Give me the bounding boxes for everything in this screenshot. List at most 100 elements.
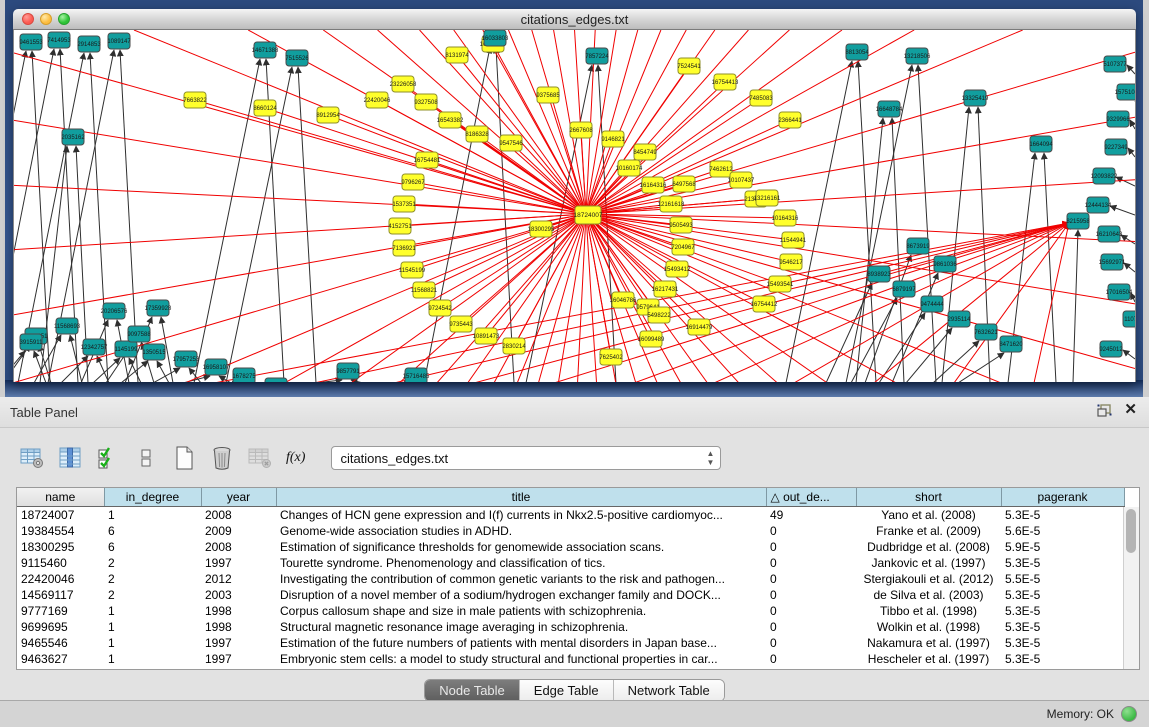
table-cell[interactable]: 1997 (201, 555, 276, 571)
column-header-year[interactable]: year (201, 488, 276, 507)
table-cell[interactable]: Embryonic stem cells: a model to study s… (276, 651, 766, 667)
tab-network-table[interactable]: Network Table (614, 680, 724, 701)
table-cell[interactable]: 9699695 (17, 619, 104, 635)
close-window-icon[interactable] (22, 13, 34, 25)
table-cell[interactable]: 2 (104, 587, 201, 603)
table-cell[interactable]: Yano et al. (2008) (856, 507, 1001, 524)
table-cell[interactable]: Estimation of significance thresholds fo… (276, 539, 766, 555)
table-cell[interactable]: Tourette syndrome. Phenomenology and cla… (276, 555, 766, 571)
zoom-window-icon[interactable] (58, 13, 70, 25)
table-cell[interactable]: Stergiakouli et al. (2012) (856, 571, 1001, 587)
table-cell[interactable]: 6 (104, 523, 201, 539)
minimize-window-icon[interactable] (40, 13, 52, 25)
graph-node[interactable] (265, 378, 287, 382)
table-cell[interactable]: 9777169 (17, 603, 104, 619)
table-cell[interactable]: 0 (766, 571, 856, 587)
column-header-short[interactable]: short (856, 488, 1001, 507)
table-cell[interactable]: 5.3E-5 (1001, 619, 1124, 635)
table-row[interactable]: 1872400712008Changes of HCN gene express… (17, 507, 1124, 524)
table-cell[interactable]: 9115460 (17, 555, 104, 571)
function-builder-icon[interactable]: f(x) (286, 450, 305, 466)
node-table[interactable]: namein_degreeyeartitle△ out_de...shortpa… (16, 487, 1140, 670)
table-cell[interactable]: 0 (766, 651, 856, 667)
table-cell[interactable]: 1997 (201, 651, 276, 667)
table-row[interactable]: 1830029562008Estimation of significance … (17, 539, 1124, 555)
table-cell[interactable]: 5.3E-5 (1001, 507, 1124, 524)
table-cell[interactable]: Hescheler et al. (1997) (856, 651, 1001, 667)
table-cell[interactable]: 1998 (201, 603, 276, 619)
column-header-in_degree[interactable]: in_degree (104, 488, 201, 507)
select-rows-check-icon[interactable] (96, 446, 120, 470)
citation-network-graph[interactable]: 1872400776638228660124891295422420046232… (14, 30, 1135, 382)
table-cell[interactable]: 2012 (201, 571, 276, 587)
table-cell[interactable]: 0 (766, 555, 856, 571)
close-panel-icon[interactable]: ✕ (1124, 403, 1137, 417)
table-cell[interactable]: 1 (104, 651, 201, 667)
table-cell[interactable]: 2008 (201, 539, 276, 555)
table-cell[interactable]: Disruption of a novel member of a sodium… (276, 587, 766, 603)
trash-icon[interactable] (210, 446, 234, 470)
table-cell[interactable]: 1 (104, 603, 201, 619)
memory-status-indicator[interactable] (1121, 706, 1137, 722)
table-cell[interactable]: Franke et al. (2009) (856, 523, 1001, 539)
new-document-icon[interactable] (172, 446, 196, 470)
table-cell[interactable]: 9465546 (17, 635, 104, 651)
table-cell[interactable]: 0 (766, 587, 856, 603)
table-cell[interactable]: Jankovic et al. (1997) (856, 555, 1001, 571)
select-column-icon[interactable] (58, 446, 82, 470)
tab-node-table[interactable]: Node Table (425, 680, 520, 701)
table-cell[interactable]: 19384554 (17, 523, 104, 539)
network-table-dropdown[interactable]: citations_edges.txt ▲▼ (331, 446, 721, 470)
table-cell[interactable]: 2 (104, 555, 201, 571)
table-row[interactable]: 1938455462009Genome-wide association stu… (17, 523, 1124, 539)
network-canvas[interactable]: 1872400776638228660124891295422420046232… (13, 30, 1136, 382)
table-cell[interactable]: 2003 (201, 587, 276, 603)
table-cell[interactable]: 0 (766, 523, 856, 539)
table-cell[interactable]: Tibbo et al. (1998) (856, 603, 1001, 619)
table-row[interactable]: 946362711997Embryonic stem cells: a mode… (17, 651, 1124, 667)
table-cell[interactable]: Changes of HCN gene expression and I(f) … (276, 507, 766, 524)
table-cell[interactable]: 2 (104, 571, 201, 587)
table-cell[interactable]: Investigating the contribution of common… (276, 571, 766, 587)
table-cell[interactable]: 5.3E-5 (1001, 603, 1124, 619)
column-header-pagerank[interactable]: pagerank (1001, 488, 1124, 507)
table-cell[interactable]: 2009 (201, 523, 276, 539)
table-cell[interactable]: 18724007 (17, 507, 104, 524)
table-row[interactable]: 911546021997Tourette syndrome. Phenomeno… (17, 555, 1124, 571)
table-cell[interactable]: 1 (104, 635, 201, 651)
table-cell[interactable]: Dudbridge et al. (2008) (856, 539, 1001, 555)
tab-edge-table[interactable]: Edge Table (520, 680, 614, 701)
table-cell[interactable]: 2008 (201, 507, 276, 524)
table-cell[interactable]: 5.3E-5 (1001, 635, 1124, 651)
table-cell[interactable]: 6 (104, 539, 201, 555)
table-cell[interactable]: 1 (104, 507, 201, 524)
table-cell[interactable]: 49 (766, 507, 856, 524)
column-header-name[interactable]: name (17, 488, 104, 507)
table-cell[interactable]: 5.3E-5 (1001, 587, 1124, 603)
table-cell[interactable]: 1998 (201, 619, 276, 635)
table-cell[interactable]: 0 (766, 619, 856, 635)
table-cell[interactable]: 0 (766, 603, 856, 619)
table-cell[interactable]: Genome-wide association studies in ADHD. (276, 523, 766, 539)
column-header-out_de[interactable]: △ out_de... (766, 488, 856, 507)
table-cell[interactable]: 5.9E-5 (1001, 539, 1124, 555)
table-cell[interactable]: 14569117 (17, 587, 104, 603)
table-cell[interactable]: Nakamura et al. (1997) (856, 635, 1001, 651)
table-vertical-scrollbar[interactable] (1123, 507, 1139, 669)
rows-icon[interactable] (134, 446, 158, 470)
dropdown-spinner-icon[interactable]: ▲▼ (707, 449, 715, 467)
table-cell[interactable]: 5.5E-5 (1001, 571, 1124, 587)
table-row[interactable]: 1456911722003Disruption of a novel membe… (17, 587, 1124, 603)
table-cell[interactable]: 5.3E-5 (1001, 555, 1124, 571)
scrollbar-thumb[interactable] (1126, 509, 1136, 553)
table-cell[interactable]: 1997 (201, 635, 276, 651)
column-header-title[interactable]: title (276, 488, 766, 507)
table-cell[interactable]: Structural magnetic resonance image aver… (276, 619, 766, 635)
table-cell[interactable]: 5.6E-5 (1001, 523, 1124, 539)
table-cell[interactable]: Wolkin et al. (1998) (856, 619, 1001, 635)
float-panel-icon[interactable] (1097, 404, 1112, 417)
table-cell[interactable]: 18300295 (17, 539, 104, 555)
network-window[interactable]: citations_edges.txt 18724007766382286601… (13, 9, 1136, 382)
table-cell[interactable]: 22420046 (17, 571, 104, 587)
table-cell[interactable]: 1 (104, 619, 201, 635)
